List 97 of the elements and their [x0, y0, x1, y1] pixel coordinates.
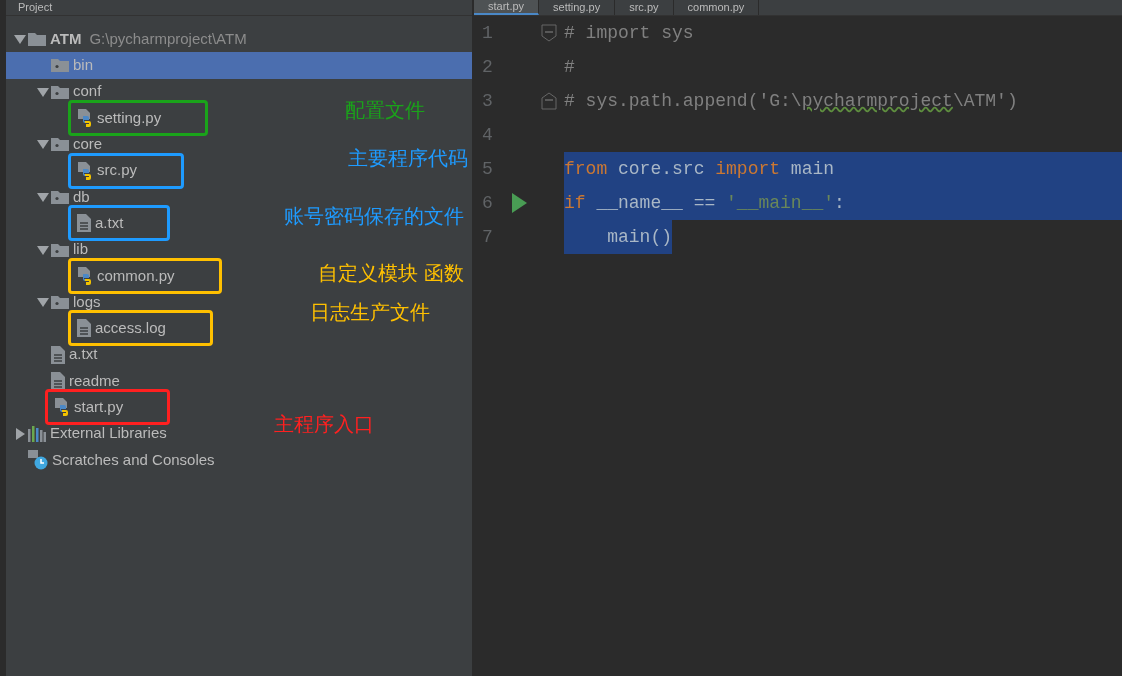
tree-item-label: Scratches and Consoles: [52, 449, 215, 470]
run-icon[interactable]: [511, 193, 527, 213]
tree-item[interactable]: a.txt: [6, 341, 268, 368]
tree-item[interactable]: logs: [6, 288, 268, 316]
code-token: if: [564, 191, 586, 215]
line-number: 3: [481, 89, 494, 113]
text-file-icon: [77, 214, 91, 233]
python-file-icon: [77, 109, 93, 128]
editor-tab[interactable]: setting.py: [539, 0, 616, 15]
tree-item-label: a.txt: [69, 344, 98, 365]
tree-item[interactable]: common.py: [6, 262, 268, 289]
folder-icon: [51, 137, 69, 152]
tab-label: common.py: [687, 2, 745, 13]
code-token: __name__ ==: [595, 191, 717, 215]
tree-item[interactable]: readme: [6, 367, 268, 395]
tree-item-label: setting.py: [97, 107, 162, 128]
text-file-icon: [51, 372, 65, 390]
annotation-label: 配置文件: [345, 98, 425, 123]
code-token: '__main__': [726, 191, 835, 215]
tree-item[interactable]: lib: [6, 236, 268, 263]
python-file-icon: [54, 398, 70, 417]
line-number: 5: [481, 157, 494, 181]
tree-item-label: logs: [73, 291, 101, 312]
folder-icon: [51, 295, 69, 310]
expanded-arrow-icon[interactable]: [37, 296, 49, 309]
annotation-label: 主要程序代码: [348, 146, 468, 171]
code-token: \ATM'): [952, 89, 1018, 113]
line-number: 6: [481, 191, 494, 215]
code-token: main: [789, 157, 835, 181]
tree-item[interactable]: start.py: [6, 394, 268, 421]
library-icon: [28, 425, 46, 442]
tree-item[interactable]: access.log: [6, 315, 268, 342]
line-number: 1: [481, 21, 494, 45]
expanded-arrow-icon[interactable]: [37, 138, 49, 151]
folder-icon: [51, 58, 69, 73]
expanded-arrow-icon[interactable]: [37, 243, 49, 256]
tree-item-label: common.py: [97, 265, 175, 286]
tree-item[interactable]: a.txt: [6, 210, 268, 237]
tree-item-label: core: [73, 134, 103, 155]
tree-item-label: lib: [73, 239, 88, 260]
tree-item-label: start.py: [74, 397, 124, 418]
editor-tab[interactable]: common.py: [673, 0, 760, 15]
tree-item-label: External Libraries: [50, 423, 167, 444]
code-token: # import sys: [564, 21, 694, 45]
folder-icon: [51, 242, 69, 257]
code-token: :: [834, 191, 845, 215]
tree-item[interactable]: setting.py: [6, 104, 268, 132]
folder-icon: [28, 32, 46, 47]
fold-marker-icon[interactable]: [541, 24, 557, 42]
collapsed-arrow-icon[interactable]: [14, 427, 26, 440]
text-file-icon: [51, 345, 65, 364]
code-token: import: [715, 157, 781, 181]
tree-item[interactable]: src.py: [6, 157, 268, 184]
tree-item-label: db: [73, 186, 90, 207]
code-token: pycharmproject: [801, 89, 953, 113]
line-number: 2: [481, 55, 494, 79]
editor-tab[interactable]: start.py: [474, 0, 540, 15]
line-number: 4: [481, 123, 494, 147]
tree-item-label: bin: [73, 55, 94, 76]
tab-label: setting.py: [553, 2, 601, 13]
expanded-arrow-icon[interactable]: [37, 85, 49, 98]
folder-icon: [51, 189, 69, 204]
tree-item[interactable]: conf: [6, 78, 268, 105]
scratch-clock-icon: [28, 449, 48, 470]
tree-item-label: a.txt: [95, 213, 124, 233]
text-file-icon: [77, 319, 91, 338]
editor-tab[interactable]: src.py: [615, 0, 674, 15]
code-token: core.src: [617, 157, 706, 181]
annotation-label: 账号密码保存的文件: [284, 204, 464, 229]
code-token: from: [564, 157, 608, 181]
tree-item[interactable]: Scratches and Consoles: [6, 446, 268, 474]
expanded-arrow-icon[interactable]: [14, 33, 26, 46]
project-path: G:\pycharmproject\ATM: [89, 28, 247, 49]
python-file-icon: [77, 161, 93, 180]
tree-item-label: access.log: [95, 318, 166, 339]
fold-marker-icon[interactable]: [541, 92, 557, 110]
annotation-label: 日志生产文件: [310, 300, 430, 325]
tree-item-label: src.py: [97, 160, 137, 181]
code-token: # sys.path.append('G:\: [564, 89, 802, 113]
tree-item-label: ATM: [50, 28, 82, 49]
tree-item[interactable]: core: [6, 131, 268, 158]
tree-item-label: conf: [73, 81, 102, 102]
code-token: main(): [606, 225, 673, 249]
expanded-arrow-icon[interactable]: [37, 190, 49, 203]
panel-title[interactable]: Project: [18, 2, 53, 13]
folder-icon: [51, 84, 69, 99]
tree-item[interactable]: ATM G:\pycharmproject\ATM: [6, 26, 268, 53]
annotation-label: 自定义模块 函数: [318, 261, 464, 286]
tree-item[interactable]: db: [6, 183, 268, 211]
annotation-label: 主程序入口: [274, 412, 374, 437]
python-file-icon: [77, 266, 93, 285]
tree-item[interactable]: External Libraries: [6, 420, 268, 447]
line-number: 7: [481, 225, 494, 249]
tab-label: start.py: [488, 1, 525, 12]
tree-item-label: readme: [69, 370, 120, 391]
tab-label: src.py: [629, 2, 659, 13]
code-token: #: [564, 55, 575, 79]
